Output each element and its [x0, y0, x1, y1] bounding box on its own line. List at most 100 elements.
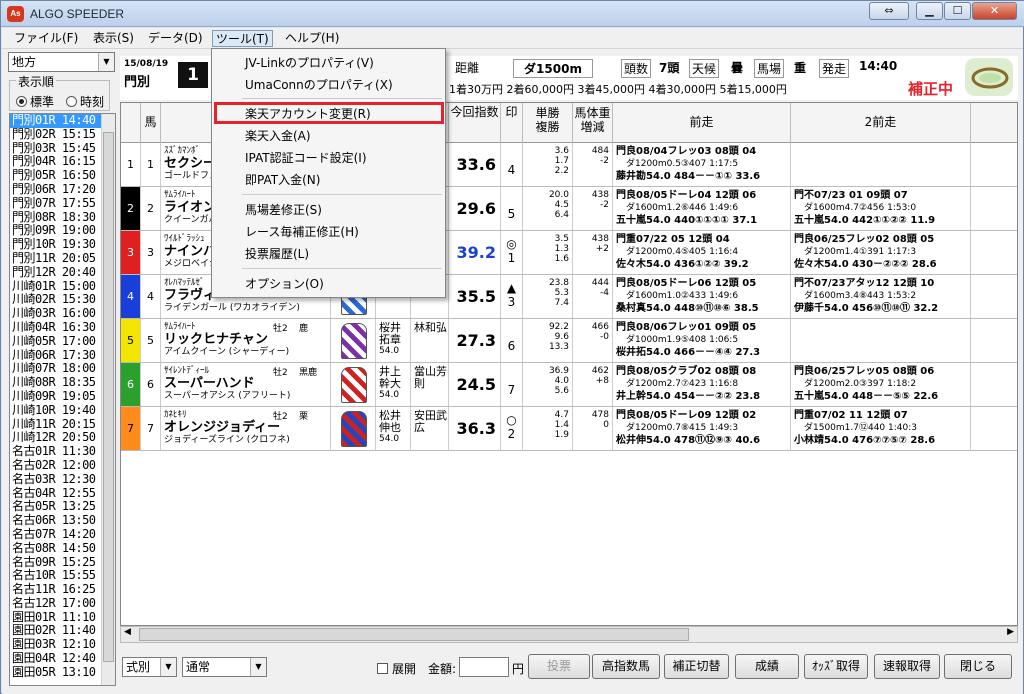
mark-cell[interactable]: ◎ 1 [501, 231, 523, 274]
race-list-item[interactable]: 門別04R 16:15 [10, 155, 115, 169]
race-list-item[interactable]: 名古06R 13:50 [10, 513, 115, 528]
race-list-item[interactable]: 名古07R 14:20 [10, 527, 115, 542]
race-list-item[interactable]: 川崎04R 16:30 [10, 320, 115, 335]
race-list-item[interactable]: 川崎08R 18:35 [10, 375, 115, 390]
prev3-cell[interactable] [971, 363, 1017, 406]
region-select[interactable]: 地方 ▼ [8, 52, 115, 72]
chevron-down-icon[interactable]: ▼ [250, 658, 266, 676]
prev3-cell[interactable] [971, 187, 1017, 230]
close-button[interactable]: 閉じる [944, 654, 1012, 679]
close-icon[interactable]: ✕ [972, 2, 1017, 20]
horizontal-scrollbar[interactable]: ◀ ▶ [120, 626, 1018, 643]
race-list-item[interactable]: 門別05R 16:50 [10, 168, 115, 183]
horse-name-cell[interactable]: ｶﾈﾋｷﾘ オレンジジョディー ジョディーズライン (クロフネ) 牡2 栗 [161, 407, 331, 450]
race-list-item[interactable]: 門別07R 17:55 [10, 196, 115, 211]
menu-item-options[interactable]: オプション(O) [245, 274, 441, 294]
minimize-icon[interactable]: ▁ [916, 2, 943, 20]
race-list-item[interactable]: 園田03R 12:10 [10, 637, 115, 652]
prev2-cell[interactable]: 門良06/25フレッ02 08頭 05 ダ1200m1.4①391 1:17:3… [791, 231, 971, 274]
horse-name-cell[interactable]: ｻｲﾚﾝﾄﾃﾞｨｰﾙ スーパーハンド スーパーオアシス (アフリート) 牡2 黒鹿 [161, 363, 331, 406]
table-row[interactable]: 66 ｻｲﾚﾝﾄﾃﾞｨｰﾙ スーパーハンド スーパーオアシス (アフリート) 牡2… [121, 363, 1017, 407]
mark-cell[interactable]: 4 [501, 143, 523, 186]
maximize-icon[interactable]: ☐ [944, 2, 971, 20]
race-list-item[interactable]: 名古11R 16:25 [10, 582, 115, 597]
horse-name-cell[interactable]: ｻﾑﾗｲﾊｰﾄ リックヒナチャン アイムクイーン (シャーディー) 牡2 鹿 [161, 319, 331, 362]
race-list-item[interactable]: 門別01R 14:40 [10, 114, 115, 128]
mark-cell[interactable]: 6 [501, 319, 523, 362]
menu-item-rakuten-deposit[interactable]: 楽天入金(A) [245, 126, 441, 146]
race-list-item[interactable]: 川崎06R 17:30 [10, 348, 115, 363]
scroll-right-icon[interactable]: ▶ [1007, 627, 1014, 637]
race-list-item[interactable]: 園田05R 13:10 [10, 665, 115, 680]
prev2-cell[interactable]: 門良06/25フレッ05 08頭 06 ダ1200m2.0③397 1:18:2… [791, 363, 971, 406]
prev2-cell[interactable]: 門重07/02 11 12頭 07 ダ1500m1.7⑫440 1:40:3 小… [791, 407, 971, 450]
race-list-item[interactable]: 川崎11R 20:15 [10, 417, 115, 432]
prev1-cell[interactable]: 門良08/04フレッ03 08頭 04 ダ1200m0.5③407 1:17:5… [613, 143, 791, 186]
race-list-item[interactable]: 名古03R 12:30 [10, 472, 115, 487]
race-list-item[interactable]: 園田04R 12:40 [10, 651, 115, 666]
bet-button[interactable]: 投票 [528, 654, 590, 679]
race-list-item[interactable]: 川崎09R 19:05 [10, 389, 115, 404]
race-list-item[interactable]: 門別10R 19:30 [10, 237, 115, 252]
menu-tools[interactable]: ツール(T) [212, 30, 273, 47]
prev1-cell[interactable]: 門良08/05クラブ02 08頭 08 ダ1200m2.7⑦423 1:16:8… [613, 363, 791, 406]
race-list-item[interactable]: 名古08R 14:50 [10, 541, 115, 556]
race-list-item[interactable]: 名古01R 11:30 [10, 444, 115, 459]
menu-data[interactable]: データ(D) [145, 30, 206, 47]
prev1-cell[interactable]: 門良08/06フレッ01 09頭 05 ダ1000m1.9⑤408 1:06:5… [613, 319, 791, 362]
menu-item-umaconn[interactable]: UmaConnのプロパティ(X) [245, 75, 441, 95]
extra-window-button[interactable]: ⇔ [869, 2, 909, 20]
prev2-cell[interactable] [791, 319, 971, 362]
chevron-down-icon[interactable]: ▼ [160, 658, 176, 676]
race-list-item[interactable]: 川崎10R 19:40 [10, 403, 115, 418]
expand-checkbox[interactable]: 展開 [377, 660, 416, 677]
bet-type-select[interactable]: 式別 ▼ [122, 657, 177, 677]
prev3-cell[interactable] [971, 143, 1017, 186]
mark-cell[interactable]: 7 [501, 363, 523, 406]
race-list-item[interactable]: 名古12R 17:00 [10, 596, 115, 611]
scroll-left-icon[interactable]: ◀ [124, 627, 131, 637]
menu-view[interactable]: 表示(S) [90, 30, 137, 47]
prev1-cell[interactable]: 門良08/05ドーレ04 12頭 06 ダ1600m1.2⑥446 1:49:6… [613, 187, 791, 230]
menu-item-sokupat[interactable]: 即PAT入金(N) [245, 170, 441, 190]
menu-item-bet-history[interactable]: 投票履歴(L) [245, 244, 441, 264]
menu-item-ipat-code[interactable]: IPAT認証コード設定(I) [245, 148, 441, 168]
menu-item-track-bias[interactable]: 馬場差修正(S) [245, 200, 441, 220]
race-list-item[interactable]: 川崎02R 15:30 [10, 293, 115, 307]
race-list-item[interactable]: 門別08R 18:30 [10, 210, 115, 225]
race-list-item[interactable]: 門別02R 15:15 [10, 127, 115, 142]
mark-cell[interactable]: ▲ 3 [501, 275, 523, 318]
prev2-cell[interactable]: 門不07/23アタッ12 12頭 10 ダ1600m3.4⑧443 1:53:2… [791, 275, 971, 318]
prev1-cell[interactable]: 門重07/22 05 12頭 04 ダ1200m0.4⑤405 1:16:4 佐… [613, 231, 791, 274]
race-list-item[interactable]: 園田02R 11:40 [10, 624, 115, 638]
race-list-item[interactable]: 川崎01R 15:00 [10, 279, 115, 294]
results-button[interactable]: 成績 [735, 654, 799, 679]
amount-input[interactable] [459, 657, 509, 677]
prev1-cell[interactable]: 門良08/05ドーレ06 12頭 05 ダ1600m1.0②433 1:49:6… [613, 275, 791, 318]
race-list-item[interactable]: 川崎05R 17:00 [10, 334, 115, 349]
race-list-item[interactable]: 門別11R 20:05 [10, 251, 115, 266]
menu-item-race-correction[interactable]: レース毎補正修正(H) [245, 222, 441, 242]
race-list-item[interactable]: 川崎07R 18:00 [10, 362, 115, 376]
prev3-cell[interactable] [971, 275, 1017, 318]
race-list-item[interactable]: 名古02R 12:00 [10, 458, 115, 473]
prev3-cell[interactable] [971, 319, 1017, 362]
menu-file[interactable]: ファイル(F) [11, 30, 81, 47]
mark-cell[interactable]: 5 [501, 187, 523, 230]
prev3-cell[interactable] [971, 407, 1017, 450]
scrollbar-thumb[interactable] [103, 132, 114, 662]
prev3-cell[interactable] [971, 231, 1017, 274]
prev2-cell[interactable]: 門不07/23 01 09頭 07 ダ1600m4.7②456 1:53:0 五… [791, 187, 971, 230]
race-list-item[interactable]: 門別12R 20:40 [10, 265, 115, 280]
odds-fetch-button[interactable]: ｵｯｽﾞ取得 [804, 654, 868, 679]
high-index-button[interactable]: 高指数馬 [592, 654, 660, 679]
radio-standard[interactable]: 標準 [16, 93, 54, 110]
race-list[interactable]: 門別01R 14:40 門別02R 15:15 門別03R 15:45 門別04R 1… [9, 113, 116, 686]
prev1-cell[interactable]: 門良08/05ドーレ09 12頭 02 ダ1200m0.7⑧415 1:49:3… [613, 407, 791, 450]
scrollbar-thumb[interactable] [139, 628, 689, 641]
chevron-down-icon[interactable]: ▼ [98, 53, 114, 71]
race-list-item[interactable]: 川崎03R 16:00 [10, 306, 115, 321]
race-list-item[interactable]: 門別03R 15:45 [10, 141, 115, 156]
race-list-item[interactable]: 園田01R 11:10 [10, 610, 115, 625]
race-list-item[interactable]: 門別06R 17:20 [10, 182, 115, 197]
